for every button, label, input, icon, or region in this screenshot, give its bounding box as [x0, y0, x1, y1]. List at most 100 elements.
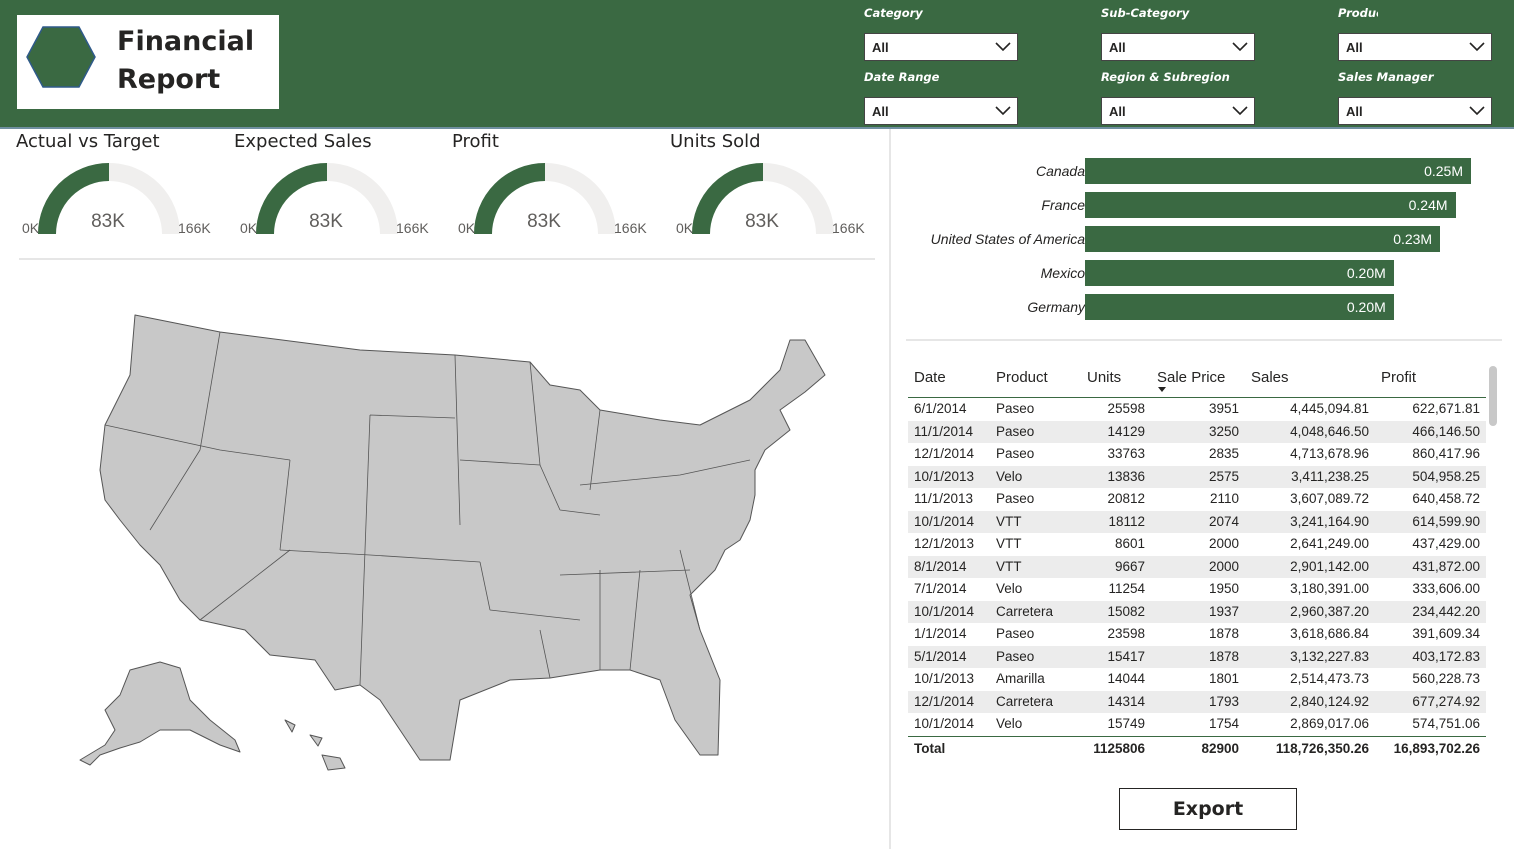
gauge-expected-sales[interactable]: Expected Sales 0K 83K 166K [234, 131, 444, 251]
slicer-value: All [1109, 103, 1126, 119]
export-button[interactable]: Export [1119, 788, 1297, 830]
gauge-value-label: 83K [91, 211, 125, 232]
cell-profit: 504,958.25 [1412, 468, 1480, 484]
title-card: Financial Report [17, 15, 279, 109]
cell-units: 23598 [1107, 626, 1145, 641]
bar: 0.25M [1085, 158, 1471, 184]
bar-row[interactable]: Germany 0.20M [905, 294, 1505, 320]
column-header-product[interactable]: Product [996, 369, 1048, 386]
cell-profit: 391,609.34 [1412, 626, 1480, 641]
product-dropdown[interactable]: All [1338, 33, 1492, 61]
cell-sales: 2,901,142.00 [1290, 558, 1369, 574]
cell-units: 13836 [1107, 468, 1145, 484]
column-header-units[interactable]: Units [1087, 369, 1121, 386]
hexagon-icon [26, 26, 96, 88]
table-row[interactable]: 7/1/2014 Velo 11254 1950 3,180,391.00 333,606… [908, 578, 1486, 601]
bar-row[interactable]: France 0.24M [905, 192, 1505, 218]
gauge-actual-vs-target[interactable]: Actual vs Target 0K 83K 166K [16, 131, 226, 251]
gauge-title: Units Sold [670, 131, 761, 152]
chevron-down-icon [1469, 42, 1485, 52]
cell-profit: 466,146.50 [1412, 423, 1480, 439]
cell-sales: 3,411,238.25 [1291, 468, 1369, 484]
bar: 0.23M [1085, 226, 1441, 252]
table-row[interactable]: 10/1/2014 Carretera 15082 1937 2,960,387.20 2… [908, 600, 1486, 623]
date-range-dropdown[interactable]: All [864, 97, 1018, 125]
table-row[interactable]: 12/1/2014 Paseo 33763 2835 4,713,678.96 860,4… [908, 443, 1486, 466]
gauge-max-label: 166K [614, 220, 647, 236]
gauge-max-label: 166K [832, 220, 865, 236]
table-row[interactable]: 11/1/2014 Paseo 14129 3250 4,048,646.50 466,1… [908, 420, 1486, 443]
vertical-divider [889, 129, 891, 849]
us-map[interactable] [60, 300, 840, 780]
slicer-label: Sub-Category [1101, 6, 1190, 20]
category-dropdown[interactable]: All [864, 33, 1018, 61]
bar-row[interactable]: Canada 0.25M [905, 158, 1505, 184]
total-sale-price: 82900 [1201, 740, 1239, 756]
cell-profit: 622,671.81 [1412, 401, 1480, 416]
bar-value-label: 0.25M [1424, 163, 1463, 179]
cell-units: 25598 [1107, 401, 1145, 416]
cell-product: VTT [996, 513, 1022, 529]
table-row[interactable]: 10/1/2013 Amarilla 14044 1801 2,514,473.73 56… [908, 668, 1486, 691]
cell-profit: 640,458.72 [1412, 491, 1480, 506]
gauge-min-label: 0K [458, 220, 476, 236]
header-bar: Financial Report Category All Sub-Catego… [0, 0, 1514, 129]
cell-sales: 3,180,391.00 [1290, 581, 1369, 596]
cell-sale-price: 2000 [1208, 558, 1239, 574]
cell-date: 12/1/2014 [914, 693, 975, 709]
table-row[interactable]: 5/1/2014 Paseo 15417 1878 3,132,227.83 403,17… [908, 645, 1486, 668]
table-row[interactable]: 11/1/2013 Paseo 20812 2110 3,607,089.72 640,4… [908, 488, 1486, 511]
table-row[interactable]: 6/1/2014 Paseo 25598 3951 4,445,094.81 622,67… [908, 398, 1486, 421]
sales-manager-dropdown[interactable]: All [1338, 97, 1492, 125]
cell-units: 14044 [1107, 671, 1145, 686]
bar-label: Mexico [1040, 265, 1085, 281]
cell-sale-price: 2110 [1209, 491, 1239, 506]
cell-sales: 4,713,678.96 [1290, 446, 1369, 461]
cell-sale-price: 1754 [1208, 716, 1239, 731]
table-row[interactable]: 10/1/2013 Velo 13836 2575 3,411,238.25 504,95… [908, 465, 1486, 488]
column-header-profit[interactable]: Profit [1381, 369, 1416, 386]
cell-product: Velo [996, 581, 1023, 596]
gauge-value-label: 83K [745, 211, 779, 232]
gauge-units-sold[interactable]: Units Sold 0K 83K 166K [670, 131, 880, 251]
cell-sales: 2,840,124.92 [1290, 693, 1369, 709]
column-header-date[interactable]: Date [914, 369, 946, 386]
cell-sale-price: 1950 [1208, 581, 1239, 596]
gauge-profit[interactable]: Profit 0K 83K 166K [452, 131, 662, 251]
chevron-down-icon [1232, 106, 1248, 116]
slicer-label: Product [1338, 6, 1378, 20]
table-scrollbar[interactable] [1489, 366, 1497, 426]
column-header-sale-price[interactable]: Sale Price [1157, 369, 1225, 386]
cell-units: 14129 [1107, 423, 1145, 439]
cell-profit: 403,172.83 [1412, 648, 1480, 664]
table-row[interactable]: 12/1/2013 VTT 8601 2000 2,641,249.00 437,429.… [908, 533, 1486, 556]
cell-sales: 4,445,094.81 [1290, 401, 1369, 416]
cell-date: 10/1/2013 [914, 468, 975, 484]
page-title: Financial Report [117, 26, 255, 95]
bar-row[interactable]: United States of America 0.23M [905, 226, 1505, 252]
cell-sale-price: 3250 [1208, 423, 1239, 439]
table-row[interactable]: 8/1/2014 VTT 9667 2000 2,901,142.00 431,872.0… [908, 555, 1486, 578]
sub-category-dropdown[interactable]: All [1101, 33, 1255, 61]
cell-product: Paseo [996, 648, 1035, 664]
slicer-sub-category: Sub-Category All [1101, 6, 1255, 61]
cell-units: 8601 [1114, 536, 1145, 551]
gauge-min-label: 0K [676, 220, 694, 236]
table-row[interactable]: 10/1/2014 Velo 15749 1754 2,869,017.06 574,75… [908, 713, 1486, 736]
cell-profit: 614,599.90 [1412, 513, 1480, 529]
cell-sale-price: 1878 [1208, 648, 1239, 664]
column-header-sales[interactable]: Sales [1251, 369, 1289, 386]
cell-sales: 3,618,686.84 [1290, 626, 1369, 641]
cell-sale-price: 3951 [1208, 401, 1239, 416]
bar-label: France [1041, 197, 1085, 213]
cell-sales: 2,869,017.06 [1290, 716, 1369, 731]
bar-row[interactable]: Mexico 0.20M [905, 260, 1505, 286]
table-row[interactable]: 1/1/2014 Paseo 23598 1878 3,618,686.84 391,60… [908, 623, 1486, 646]
map-contiguous-us [99, 314, 826, 761]
slicer-product: Product All [1338, 6, 1492, 61]
gauge-max-label: 166K [396, 220, 429, 236]
table-row[interactable]: 12/1/2014 Carretera 14314 1793 2,840,124.92 6… [908, 690, 1486, 713]
table-row[interactable]: 10/1/2014 VTT 18112 2074 3,241,164.90 614,599… [908, 510, 1486, 533]
gauge-value-label: 83K [309, 211, 343, 232]
region-dropdown[interactable]: All [1101, 97, 1255, 125]
